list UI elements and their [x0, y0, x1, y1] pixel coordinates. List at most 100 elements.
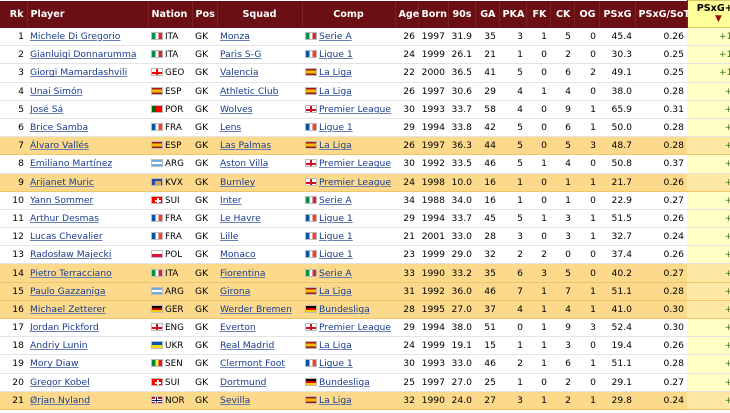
cell-player[interactable]: Gregor Kobel [27, 373, 148, 392]
squad-link[interactable]: Real Madrid [220, 340, 274, 351]
cell-player[interactable]: Michele Di Gregorio [27, 27, 148, 47]
col-squad[interactable]: Squad [217, 0, 303, 28]
squad-link[interactable]: Monza [220, 31, 250, 42]
cell-squad[interactable]: Lille [217, 227, 302, 247]
col-psxg-plus-minus[interactable]: PSxG+/- ▼ [686, 0, 730, 28]
comp-link[interactable]: Ligue 1 [319, 231, 353, 242]
cell-player[interactable]: Emiliano Martínez [27, 154, 148, 174]
cell-comp[interactable]: Ligue 1 [302, 209, 395, 229]
player-link[interactable]: Radosław Majecki [30, 249, 111, 260]
col-ck[interactable]: CK [550, 0, 575, 28]
cell-squad[interactable]: Wolves [217, 100, 302, 119]
cell-comp[interactable]: La Liga [302, 391, 395, 410]
comp-link[interactable]: Bundesliga [319, 377, 370, 388]
squad-link[interactable]: Lens [220, 122, 241, 133]
comp-link[interactable]: Premier League [319, 322, 391, 333]
squad-link[interactable]: Valencia [220, 67, 258, 78]
player-link[interactable]: Álvaro Vallés [30, 140, 89, 151]
cell-squad[interactable]: Monza [217, 27, 302, 47]
squad-link[interactable]: Monaco [220, 249, 256, 260]
cell-comp[interactable]: La Liga [302, 82, 395, 101]
cell-player[interactable]: Arijanet Muric [27, 173, 148, 192]
comp-link[interactable]: La Liga [319, 395, 352, 406]
player-link[interactable]: Arthur Desmas [30, 213, 99, 224]
cell-comp[interactable]: Serie A [302, 263, 395, 283]
cell-player[interactable]: Unai Simón [27, 82, 148, 101]
cell-squad[interactable]: Sevilla [217, 391, 302, 410]
col-born[interactable]: Born [418, 0, 449, 28]
comp-link[interactable]: La Liga [319, 67, 352, 78]
cell-squad[interactable]: Girona [217, 282, 302, 301]
cell-player[interactable]: Jordan Pickford [27, 318, 148, 338]
comp-link[interactable]: Serie A [319, 195, 352, 206]
player-link[interactable]: Michele Di Gregorio [30, 31, 120, 42]
cell-player[interactable]: Mory Diaw [27, 354, 148, 374]
cell-squad[interactable]: Dortmund [217, 373, 302, 392]
cell-squad[interactable]: Burnley [217, 173, 302, 192]
cell-player[interactable]: Michael Zetterer [27, 300, 148, 320]
squad-link[interactable]: Le Havre [220, 213, 261, 224]
col-90s[interactable]: 90s [448, 0, 476, 28]
cell-player[interactable]: Brice Samba [27, 118, 148, 138]
player-link[interactable]: Lucas Chevalier [30, 231, 103, 242]
player-link[interactable]: Yann Sommer [30, 195, 93, 206]
cell-comp[interactable]: Serie A [302, 27, 395, 47]
player-link[interactable]: Giorgi Mamardashvili [30, 67, 127, 78]
cell-player[interactable]: José Sá [27, 100, 148, 119]
player-link[interactable]: Unai Simón [30, 86, 82, 97]
squad-link[interactable]: Sevilla [220, 395, 250, 406]
cell-player[interactable]: Arthur Desmas [27, 209, 148, 229]
comp-link[interactable]: Ligue 1 [319, 213, 353, 224]
cell-squad[interactable]: Inter [217, 191, 302, 210]
squad-link[interactable]: Dortmund [220, 377, 267, 388]
cell-squad[interactable]: Le Havre [217, 209, 302, 229]
cell-squad[interactable]: Aston Villa [217, 154, 302, 174]
cell-comp[interactable]: Premier League [302, 154, 395, 174]
squad-link[interactable]: Aston Villa [220, 158, 268, 169]
cell-squad[interactable]: Real Madrid [217, 336, 302, 356]
cell-comp[interactable]: La Liga [302, 282, 395, 301]
player-link[interactable]: Gregor Kobel [30, 377, 90, 388]
col-player[interactable]: Player [27, 0, 149, 28]
comp-link[interactable]: La Liga [319, 286, 352, 297]
comp-link[interactable]: Bundesliga [319, 304, 370, 315]
cell-comp[interactable]: Premier League [302, 318, 395, 338]
cell-comp[interactable]: Premier League [302, 100, 395, 119]
squad-link[interactable]: Girona [220, 286, 250, 297]
squad-link[interactable]: Las Palmas [220, 140, 271, 151]
cell-comp[interactable]: Ligue 1 [302, 118, 395, 138]
cell-player[interactable]: Paulo Gazzaniga [27, 282, 148, 301]
comp-link[interactable]: Ligue 1 [319, 49, 353, 60]
col-pos[interactable]: Pos [192, 0, 218, 28]
cell-player[interactable]: Andriy Lunin [27, 336, 148, 356]
cell-player[interactable]: Giorgi Mamardashvili [27, 63, 148, 83]
squad-link[interactable]: Inter [220, 195, 242, 206]
cell-squad[interactable]: Werder Bremen [217, 300, 302, 320]
comp-link[interactable]: Serie A [319, 31, 352, 42]
cell-squad[interactable]: Fiorentina [217, 263, 302, 283]
cell-comp[interactable]: Premier League [302, 173, 395, 192]
squad-link[interactable]: Werder Bremen [220, 304, 292, 315]
cell-squad[interactable]: Everton [217, 318, 302, 338]
player-link[interactable]: José Sá [30, 104, 63, 115]
squad-link[interactable]: Clermont Foot [220, 358, 285, 369]
cell-comp[interactable]: Ligue 1 [302, 227, 395, 247]
player-link[interactable]: Mory Diaw [30, 358, 78, 369]
cell-comp[interactable]: La Liga [302, 63, 395, 83]
player-link[interactable]: Michael Zetterer [30, 304, 106, 315]
col-rk[interactable]: Rk [0, 0, 28, 28]
comp-link[interactable]: Ligue 1 [319, 249, 353, 260]
cell-player[interactable]: Pietro Terracciano [27, 263, 148, 283]
cell-comp[interactable]: Bundesliga [302, 373, 395, 392]
cell-squad[interactable]: Las Palmas [217, 136, 302, 156]
cell-comp[interactable]: Ligue 1 [302, 45, 395, 65]
col-comp[interactable]: Comp [302, 0, 396, 28]
cell-squad[interactable]: Clermont Foot [217, 354, 302, 374]
col-pka[interactable]: PKA [499, 0, 527, 28]
squad-link[interactable]: Paris S-G [220, 49, 261, 60]
player-link[interactable]: Pietro Terracciano [30, 268, 112, 279]
cell-comp[interactable]: Ligue 1 [302, 245, 395, 265]
comp-link[interactable]: La Liga [319, 340, 352, 351]
player-link[interactable]: Paulo Gazzaniga [30, 286, 106, 297]
cell-comp[interactable]: Ligue 1 [302, 354, 395, 374]
